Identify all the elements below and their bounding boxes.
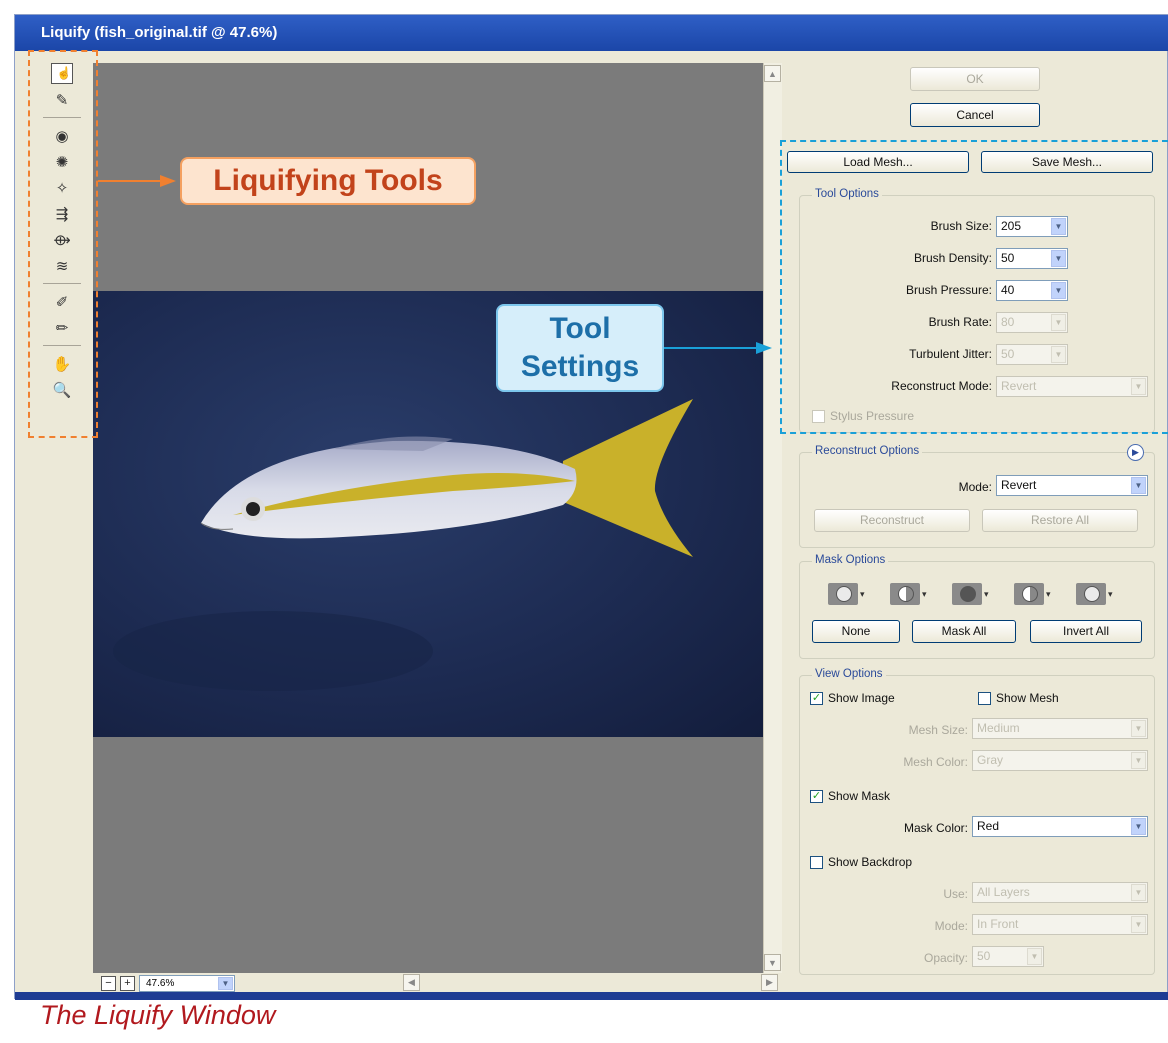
tool-settings-callout: Tool Settings xyxy=(496,304,664,392)
arrow-right-icon xyxy=(160,175,176,187)
liquifying-tools-callout: Liquifying Tools xyxy=(180,157,476,205)
annotation-arrows xyxy=(98,175,772,354)
figure-caption: The Liquify Window xyxy=(40,1000,276,1030)
tool-settings-callout-line2: Settings xyxy=(520,350,640,383)
tool-settings-callout-line1: Tool xyxy=(549,312,611,345)
arrow-right-icon xyxy=(756,342,772,354)
